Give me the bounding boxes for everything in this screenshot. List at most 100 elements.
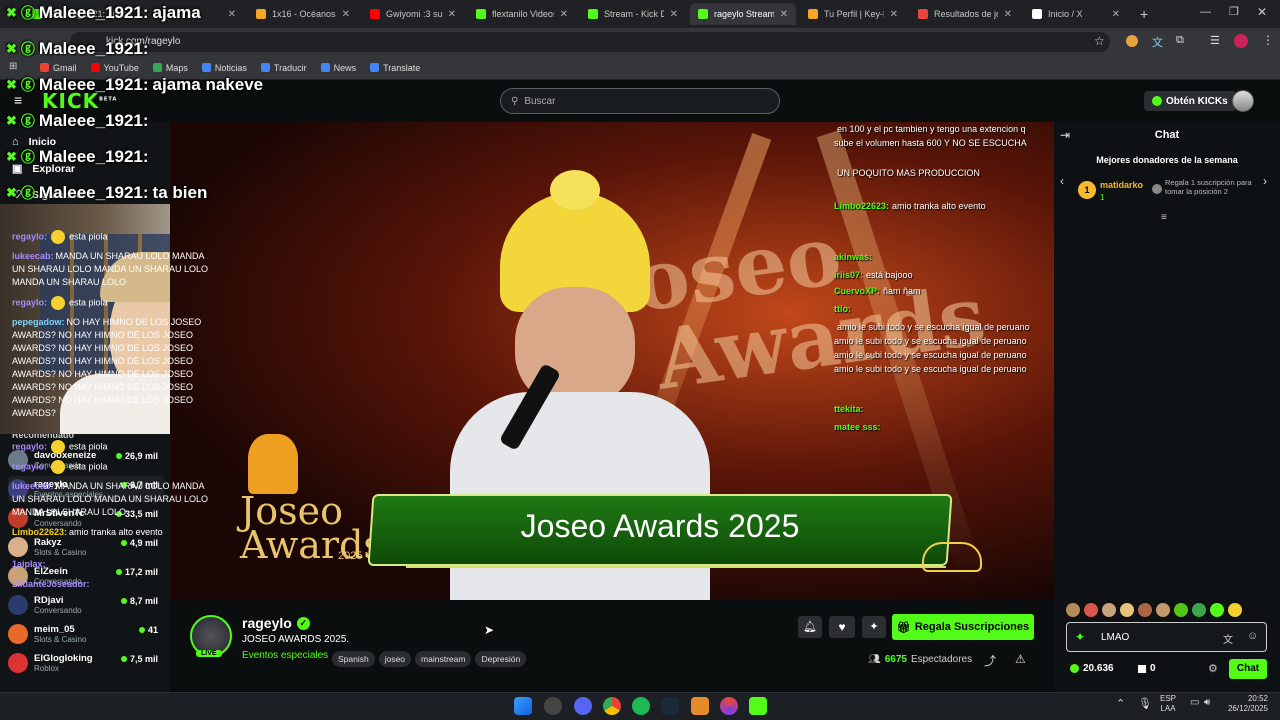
send-chat-button[interactable]: Chat (1229, 659, 1267, 679)
tag-chip[interactable]: Depresión (475, 651, 527, 667)
extension-icon[interactable] (1126, 35, 1138, 47)
search-input[interactable]: ⚲ Buscar (500, 88, 780, 114)
tab-close-icon[interactable]: ✕ (1112, 9, 1120, 20)
bookmark-item[interactable]: Noticias (201, 63, 247, 73)
get-kicks-button[interactable]: Obtén KICKs (1144, 91, 1236, 111)
tray-chevron-icon[interactable]: ⌃ (1116, 697, 1125, 710)
microphone-icon[interactable]: 🎙︎ (1138, 697, 1152, 710)
tab-close-icon[interactable]: ✕ (890, 9, 898, 20)
tag-chip[interactable]: mainstream (415, 651, 472, 667)
chat-username[interactable]: LildanteJoseador: (12, 579, 90, 589)
sidebar-channel[interactable]: meim_05 Slots & Casino 41 (8, 621, 164, 647)
chat-input[interactable]: ✦ LMAO 文 ☺ (1066, 622, 1267, 652)
bookmark-star-icon[interactable]: ☆ (1094, 34, 1105, 48)
tab-close-icon[interactable]: ✕ (1004, 9, 1012, 20)
extensions-puzzle-icon[interactable]: ⧉ (1176, 34, 1184, 47)
browser-tab[interactable]: Tu Perfil | Key-Dro ✕ (800, 3, 906, 25)
tab-close-icon[interactable]: ✕ (780, 9, 788, 20)
chat-username[interactable]: lukeecab: (12, 481, 54, 491)
chat-username[interactable]: Limbo22623: (12, 527, 67, 537)
reading-list-icon[interactable]: ☰ (1210, 34, 1220, 47)
sidebar-channel[interactable]: ElGlogloking Roblox 7,5 mil (8, 650, 164, 676)
bookmark-item[interactable]: News (320, 63, 356, 73)
chat-username[interactable]: regaylo: (12, 231, 47, 241)
tab-close-icon[interactable]: ✕ (342, 9, 350, 20)
browser-tab[interactable]: Gwiyomi :3 sub e ✕ (362, 3, 464, 25)
chat-username[interactable]: regaylo: (12, 461, 47, 471)
bookmark-item[interactable]: Traducir (260, 63, 307, 73)
browser-tab[interactable]: rageylo Stream ✕ (690, 3, 796, 25)
emote[interactable] (1156, 603, 1170, 617)
emote[interactable] (1102, 603, 1116, 617)
browser-tab[interactable]: flextanilo Videos ✕ (468, 3, 576, 25)
donors-next-arrow-icon[interactable]: › (1263, 174, 1267, 188)
app-icon[interactable] (544, 697, 562, 715)
bookmark-item[interactable]: Gmail (40, 63, 77, 73)
url-field[interactable]: kick.com/rageylo (70, 32, 1110, 52)
emote[interactable] (1084, 603, 1098, 617)
bookmark-item[interactable]: Translate (370, 63, 420, 73)
new-tab-button[interactable]: + (1140, 6, 1148, 22)
apps-grid-icon[interactable]: ⊞ (9, 61, 17, 72)
follow-heart-icon[interactable]: ♥ (829, 616, 855, 638)
top-donor-name[interactable]: matidarko (1100, 180, 1143, 190)
channel-name-row[interactable]: rageylo ✓ (242, 615, 310, 631)
sparkle-icon[interactable]: ✦ (862, 616, 886, 638)
bookmark-item[interactable]: YouTube (90, 63, 139, 73)
sidebar-channel[interactable]: RDjavi Conversando 8,7 mil (8, 592, 164, 618)
settings-gear-icon[interactable]: ⚙ (1208, 662, 1218, 675)
emote[interactable] (1066, 603, 1080, 617)
steam-icon[interactable] (661, 697, 679, 715)
emote[interactable] (1174, 603, 1188, 617)
profile-avatar[interactable] (1234, 34, 1248, 48)
network-icon[interactable]: ▭ (1190, 697, 1199, 708)
video-player[interactable]: Joseo Awards en 100 y el pc tambien y ten… (170, 122, 1054, 600)
tab-close-icon[interactable]: ✕ (670, 9, 678, 20)
discord-icon[interactable] (574, 697, 592, 715)
share-icon[interactable]: ⤴ (984, 652, 996, 669)
bookmark-item[interactable]: Maps (152, 63, 188, 73)
chat-username[interactable]: regaylo: (12, 297, 47, 307)
expand-donors-icon[interactable]: ≡ (1161, 212, 1167, 223)
emote[interactable] (1210, 603, 1224, 617)
opera-icon[interactable] (720, 697, 738, 715)
chat-username[interactable]: lukeecab: (12, 251, 54, 261)
tab-close-icon[interactable]: ✕ (228, 9, 236, 20)
kick-app-icon[interactable] (749, 697, 767, 715)
maximize-button[interactable]: ❐ (1229, 5, 1239, 18)
browser-tab[interactable]: Resultados de jos ✕ (910, 3, 1020, 25)
translate-icon[interactable]: 文 (1223, 631, 1233, 646)
notification-bell-icon[interactable]: 🔔︎ (798, 616, 822, 638)
channel-points[interactable]: 20.636 (1070, 663, 1114, 674)
translate-extension-icon[interactable]: 文 (1152, 34, 1163, 50)
emoji-icon[interactable]: ☺ (1247, 630, 1258, 642)
tag-chip[interactable]: joseo (378, 651, 412, 667)
kicks-balance[interactable]: 0 (1138, 663, 1156, 674)
channel-name[interactable]: rageylo (242, 615, 292, 631)
tab-close-icon[interactable]: ✕ (448, 9, 456, 20)
spotify-icon[interactable] (632, 697, 650, 715)
chat-username[interactable]: 1aiplax: (12, 559, 46, 569)
emote[interactable] (1192, 603, 1206, 617)
minimize-button[interactable]: — (1200, 6, 1211, 18)
menu-dots-icon[interactable]: ⋮ (1262, 33, 1274, 47)
chrome-icon[interactable] (603, 697, 621, 715)
clock[interactable]: 20:52 26/12/2025 (1220, 694, 1268, 714)
user-avatar[interactable] (1232, 90, 1254, 112)
stream-category[interactable]: Eventos especiales (242, 650, 328, 661)
emote[interactable] (1228, 603, 1242, 617)
donors-prev-arrow-icon[interactable]: ‹ (1060, 174, 1064, 188)
start-icon[interactable] (514, 697, 532, 715)
close-window-button[interactable]: ✕ (1257, 5, 1267, 19)
chat-username[interactable]: regaylo: (12, 441, 47, 451)
chat-username[interactable]: pepegadow: (12, 317, 65, 327)
language-indicator[interactable]: ESP LAA (1160, 694, 1176, 714)
report-warning-icon[interactable]: ⚠ (1015, 652, 1026, 666)
brave-icon[interactable] (691, 697, 709, 715)
gift-subscriptions-button[interactable]: 🎁︎ Regala Suscripciones (892, 614, 1034, 640)
tag-chip[interactable]: Spanish (332, 651, 375, 667)
emote[interactable] (1120, 603, 1134, 617)
tab-close-icon[interactable]: ✕ (560, 9, 568, 20)
browser-tab[interactable]: 1x16 - Océanos d ✕ (248, 3, 358, 25)
emote[interactable] (1138, 603, 1152, 617)
